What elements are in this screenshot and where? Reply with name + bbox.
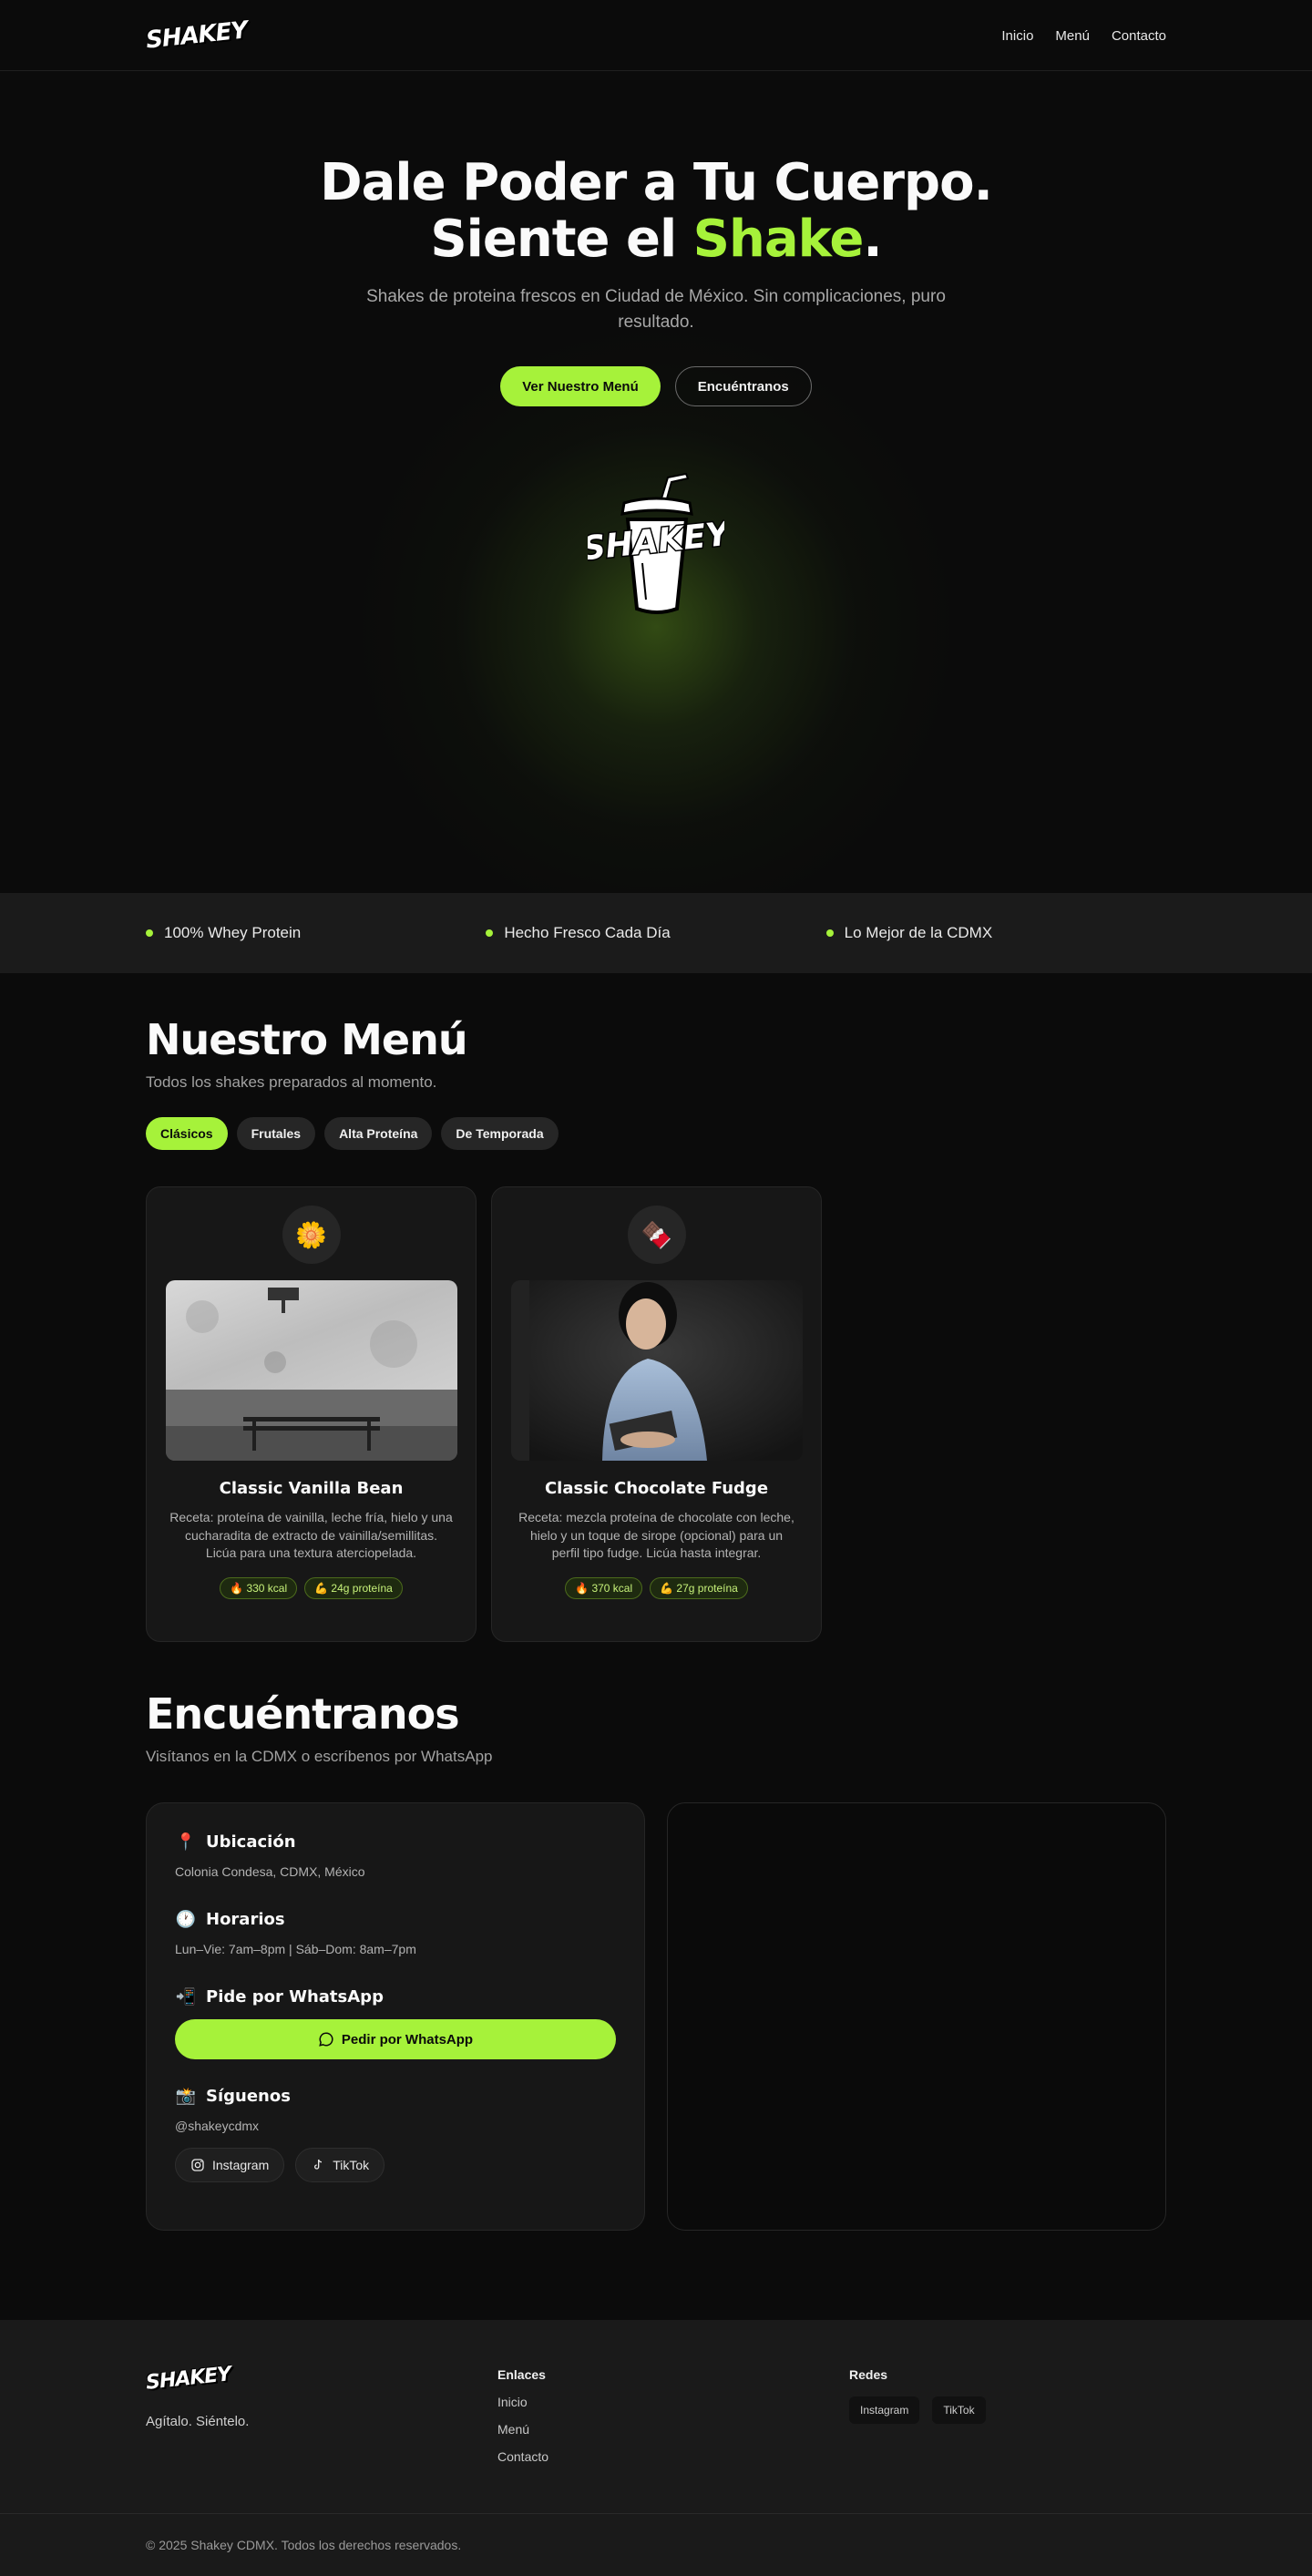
footer-link-contacto[interactable]: Contacto: [497, 2449, 849, 2464]
nav-links: Inicio Menú Contacto: [1001, 28, 1166, 44]
footer-instagram-link[interactable]: Instagram: [849, 2396, 920, 2424]
hero-title-line1: Dale Poder a Tu Cuerpo.: [320, 153, 993, 212]
whatsapp-order-button[interactable]: Pedir por WhatsApp: [175, 2019, 616, 2059]
nav-link-menu[interactable]: Menú: [1055, 28, 1090, 44]
instagram-label: Instagram: [212, 2158, 270, 2172]
footer-links: Enlaces Inicio Menú Contacto: [497, 2367, 849, 2464]
contact-info-card: 📍 Ubicación Colonia Condesa, CDMX, México…: [146, 1802, 645, 2231]
footer-social-heading: Redes: [849, 2367, 888, 2382]
bullet-dot-icon: [146, 929, 153, 937]
product-photo: [511, 1280, 803, 1461]
feature-item: Lo Mejor de la CDMX: [825, 924, 1166, 942]
footer-link-menu[interactable]: Menú: [497, 2422, 849, 2437]
menu-subtitle: Todos los shakes preparados al momento.: [146, 1073, 437, 1091]
chocolate-icon: 🍫: [627, 1206, 686, 1264]
filter-alta-proteina[interactable]: Alta Proteína: [324, 1117, 433, 1150]
shakey-cup-logo: SHAKEY: [588, 472, 724, 614]
find-us-button[interactable]: Encuéntranos: [674, 366, 812, 406]
kcal-badge: 🔥 370 kcal: [565, 1576, 643, 1599]
phone-icon: 📲: [175, 1987, 197, 2006]
location-text: Colonia Condesa, CDMX, México: [175, 1864, 365, 1879]
whatsapp-heading-label: Pide por WhatsApp: [206, 1987, 384, 2006]
product-name: Classic Chocolate Fudge: [544, 1479, 769, 1498]
footer-link-inicio[interactable]: Inicio: [497, 2395, 849, 2409]
map-embed[interactable]: [667, 1802, 1166, 2231]
menu-cards: 🌼 Classic Vanilla Bean Receta: proteína …: [146, 1186, 1166, 1642]
hero-logo-text: SHAKEY: [588, 515, 724, 568]
location-heading: 📍 Ubicación: [175, 1832, 616, 1852]
hours-heading: 🕐 Horarios: [175, 1910, 616, 1929]
footer: SHAKEY Agítalo. Siéntelo. Enlaces Inicio…: [0, 2320, 1312, 2576]
hours-heading-label: Horarios: [206, 1910, 285, 1929]
follow-heading: 📸 Síguenos: [175, 2087, 616, 2106]
whatsapp-heading: 📲 Pide por WhatsApp: [175, 1987, 616, 2006]
hero-title-line2-pre: Siente el: [430, 210, 693, 269]
product-tags: 🔥 330 kcal 💪 24g proteína: [166, 1576, 456, 1599]
nav-link-contacto[interactable]: Contacto: [1112, 28, 1166, 44]
copyright-text: © 2025 Shakey CDMX. Todos los derechos r…: [146, 2538, 462, 2552]
feature-label: 100% Whey Protein: [164, 924, 302, 941]
product-photo: [166, 1280, 457, 1461]
clock-icon: 🕐: [175, 1910, 197, 1929]
nav-link-inicio[interactable]: Inicio: [1001, 28, 1033, 44]
camera-icon: 📸: [175, 2087, 197, 2106]
follow-heading-label: Síguenos: [206, 2087, 291, 2106]
instagram-icon: [191, 2159, 204, 2171]
menu-section: Nuestro Menú Todos los shakes preparados…: [0, 973, 1312, 1689]
social-buttons: Instagram TikTok: [175, 2148, 616, 2182]
tiktok-label: TikTok: [333, 2158, 370, 2172]
footer-social: Redes Instagram TikTok: [849, 2367, 1122, 2464]
bullet-dot-icon: [486, 929, 494, 937]
footer-brand: SHAKEY Agítalo. Siéntelo.: [145, 2363, 497, 2464]
product-tags: 🔥 370 kcal 💪 27g proteína: [511, 1576, 802, 1599]
tiktok-button[interactable]: TikTok: [295, 2148, 385, 2182]
contact-section: Encuéntranos Visítanos en la CDMX o escr…: [0, 1689, 1312, 2320]
menu-title: Nuestro Menú: [146, 1015, 468, 1064]
hero-buttons: Ver Nuestro Menú Encuéntranos: [0, 366, 1312, 406]
feature-item: Hecho Fresco Cada Día: [486, 924, 825, 942]
top-nav: SHAKEY Inicio Menú Contacto: [0, 0, 1312, 71]
protein-badge: 💪 27g proteína: [650, 1576, 748, 1599]
contact-subtitle: Visítanos en la CDMX o escríbenos por Wh…: [146, 1748, 493, 1765]
footer-links-heading: Enlaces: [497, 2367, 546, 2382]
hero-title-accent: Shake: [692, 210, 865, 269]
hero-subtitle: Shakes de proteina frescos en Ciudad de …: [366, 287, 946, 332]
feature-label: Lo Mejor de la CDMX: [844, 924, 993, 941]
menu-card[interactable]: 🌼 Classic Vanilla Bean Receta: proteína …: [146, 1186, 477, 1642]
instagram-button[interactable]: Instagram: [175, 2148, 285, 2182]
filter-de-temporada[interactable]: De Temporada: [441, 1117, 559, 1150]
product-description: Receta: mezcla proteína de chocolate con…: [518, 1510, 794, 1560]
protein-badge: 💪 24g proteína: [304, 1576, 403, 1599]
flower-icon: 🌼: [282, 1206, 341, 1264]
tiktok-icon: [314, 2159, 323, 2170]
feature-item: 100% Whey Protein: [146, 924, 486, 942]
hero-title-line2-post: .: [863, 210, 882, 269]
kcal-badge: 🔥 330 kcal: [220, 1576, 298, 1599]
hero-section: Dale Poder a Tu Cuerpo. Siente el Shake.…: [0, 71, 1312, 893]
bullet-dot-icon: [825, 929, 834, 937]
feature-label: Hecho Fresco Cada Día: [504, 924, 671, 941]
filter-frutales[interactable]: Frutales: [236, 1117, 316, 1150]
social-handle: @shakeycdmx: [175, 2119, 260, 2133]
hours-text: Lun–Vie: 7am–8pm | Sáb–Dom: 8am–7pm: [175, 1942, 416, 1956]
footer-tagline: Agítalo. Siéntelo.: [146, 2414, 250, 2429]
whatsapp-icon: [319, 2032, 333, 2047]
menu-card[interactable]: 🍫 Classic Chocolate Fudge Receta: mezcla…: [491, 1186, 822, 1642]
filter-clasicos[interactable]: Clásicos: [146, 1117, 228, 1150]
menu-filters: Clásicos Frutales Alta Proteína De Tempo…: [146, 1117, 1166, 1150]
location-heading-label: Ubicación: [206, 1832, 296, 1852]
hero-title: Dale Poder a Tu Cuerpo. Siente el Shake.: [0, 71, 1312, 268]
footer-tiktok-link[interactable]: TikTok: [932, 2396, 986, 2424]
product-name: Classic Vanilla Bean: [219, 1479, 404, 1498]
features-strip: 100% Whey Protein Hecho Fresco Cada Día …: [0, 893, 1312, 973]
pin-icon: 📍: [175, 1832, 197, 1852]
view-menu-button[interactable]: Ver Nuestro Menú: [500, 366, 661, 406]
whatsapp-button-label: Pedir por WhatsApp: [341, 2031, 474, 2047]
product-description: Receta: proteína de vainilla, leche fría…: [169, 1510, 453, 1560]
contact-title: Encuéntranos: [146, 1689, 460, 1739]
nav-logo[interactable]: SHAKEY: [145, 16, 249, 54]
footer-logo[interactable]: SHAKEY: [145, 2363, 231, 2395]
